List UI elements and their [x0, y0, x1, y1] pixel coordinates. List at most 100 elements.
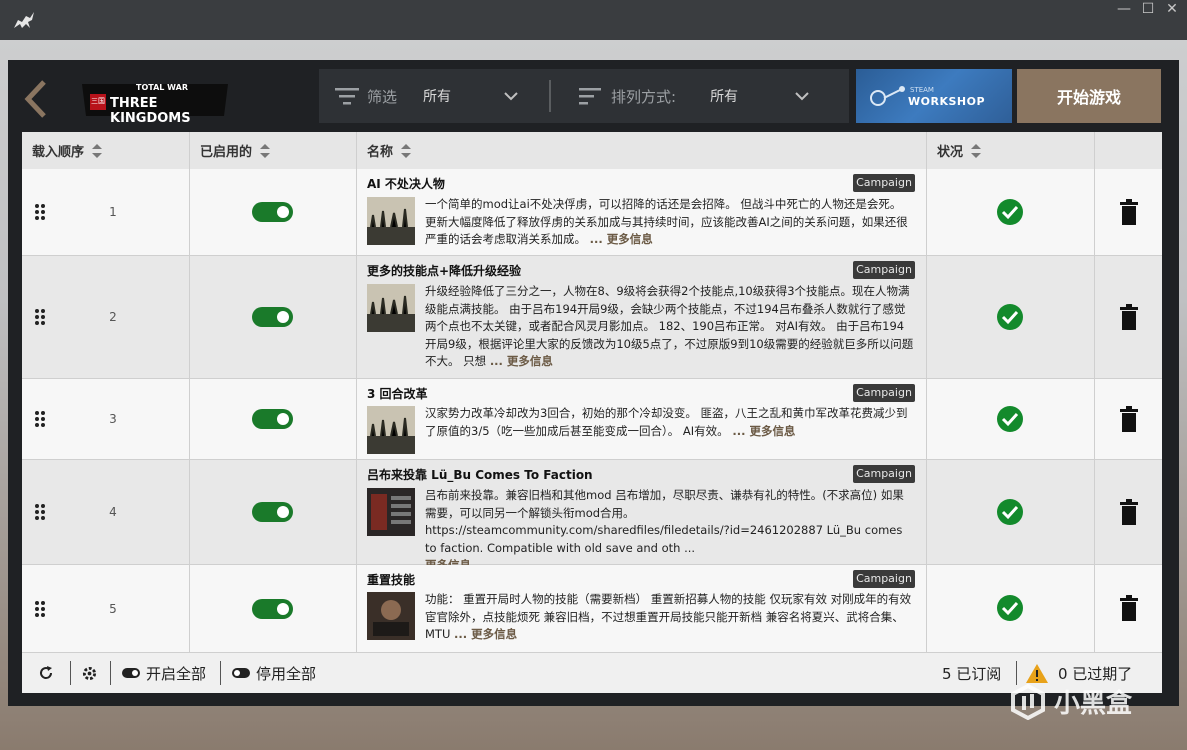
enable-toggle[interactable] [252, 307, 293, 327]
settings-button[interactable] [82, 653, 97, 693]
enable-toggle[interactable] [252, 202, 293, 222]
check-circle-icon [997, 406, 1023, 432]
table-row: 5 重置技能 Campaign 功能： 重置开局时人物的技能（需要新档） 重置新… [22, 565, 1162, 652]
drag-handle-icon[interactable] [34, 308, 46, 326]
enable-all-button[interactable]: 开启全部 [122, 653, 206, 693]
footer-separator [220, 661, 221, 685]
warning-icon [1026, 663, 1048, 683]
enable-all-label: 开启全部 [146, 664, 207, 683]
drag-handle-icon[interactable] [34, 600, 46, 618]
launcher-window: 三国 TOTAL WAR THREE KINGDOMS 筛选 所有 排列方式: … [8, 60, 1179, 706]
trash-icon[interactable] [1118, 595, 1140, 621]
mod-description: 升级经验降低了三分之一，人物在8、9级将会获得2个技能点,10级获得3个技能点。… [425, 283, 915, 371]
gear-icon [82, 666, 97, 680]
filter-dropdown[interactable]: 筛选 所有 [335, 69, 519, 123]
watermark: 小黑盒 [1010, 683, 1132, 720]
table-header: 载入顺序 已启用的 名称 状况 [22, 132, 1162, 170]
campaign-badge: Campaign [853, 261, 915, 279]
game-logo: 三国 TOTAL WAR THREE KINGDOMS [80, 74, 230, 126]
filter-value: 所有 [423, 89, 452, 105]
subscribed-count: 5 已订阅 [942, 664, 1002, 683]
refresh-button[interactable] [38, 653, 54, 693]
filter-bar: 筛选 所有 排列方式: 所有 [319, 69, 849, 123]
back-arrow-icon[interactable] [20, 78, 50, 120]
column-name[interactable]: 名称 [357, 132, 927, 169]
sort-arrows-icon [260, 143, 271, 158]
minimize-icon[interactable]: — [1117, 0, 1131, 18]
sort-dropdown[interactable]: 排列方式: 所有 [579, 69, 810, 123]
disable-all-button[interactable]: 停用全部 [232, 653, 316, 693]
mod-description: 汉家势力改革冷却改为3回合，初始的那个冷却没变。 匪盗，八王之乱和黄巾军改革花费… [425, 405, 915, 440]
table-row: 2 更多的技能点+降低升级经验 Campaign 升级经验降低了三分之一，人物在… [22, 256, 1162, 379]
column-order[interactable]: 载入顺序 [22, 132, 190, 169]
more-info-link[interactable]: ... 更多信息 [732, 424, 795, 438]
order-cell: 1 [22, 169, 190, 255]
mod-description-text: 一个简单的mod让ai不处决俘虏，可以招降的话还是会招降。 但战斗中死亡的人物还… [425, 197, 908, 246]
mod-title[interactable]: 吕布来投靠 Lü_Bu Comes To Faction [367, 466, 593, 483]
filter-label: 筛选 [367, 87, 398, 106]
disable-all-label: 停用全部 [256, 664, 317, 683]
table-row: 1 AI 不处决人物 Campaign 一个简单的mod让ai不处决俘虏，可以招… [22, 169, 1162, 256]
window-controls: — ☐ ✕ [1117, 0, 1179, 18]
workshop-label: WORKSHOP [908, 95, 986, 108]
mod-description: 一个简单的mod让ai不处决俘虏，可以招降的话还是会招降。 但战斗中死亡的人物还… [425, 196, 915, 249]
column-status-label: 状况 [937, 145, 964, 160]
order-cell: 5 [22, 565, 190, 652]
mod-description: 吕布前来投靠。兼容旧档和其他mod 吕布增加，尽职尽责、谦恭有礼的特性。(不求高… [425, 487, 915, 575]
filter-icon [335, 88, 359, 105]
sort-arrows-icon [401, 143, 412, 158]
mod-description-text: 汉家势力改革冷却改为3回合，初始的那个冷却没变。 匪盗，八王之乱和黄巾军改革花费… [425, 406, 908, 438]
steam-workshop-icon [870, 86, 905, 106]
trash-icon[interactable] [1118, 304, 1140, 330]
trash-icon[interactable] [1118, 499, 1140, 525]
logo-total-war: TOTAL WAR [136, 83, 188, 92]
mod-title[interactable]: AI 不处决人物 [367, 175, 445, 192]
column-status[interactable]: 状况 [927, 132, 1095, 169]
mod-title[interactable]: 重置技能 [367, 571, 415, 588]
mod-title[interactable]: 更多的技能点+降低升级经验 [367, 262, 521, 279]
footer-separator [70, 661, 71, 685]
load-order: 3 [109, 412, 117, 426]
drag-handle-icon[interactable] [34, 503, 46, 521]
mod-thumbnail [367, 197, 415, 245]
check-circle-icon [997, 304, 1023, 330]
load-order: 5 [109, 602, 117, 616]
order-cell: 3 [22, 379, 190, 459]
maximize-icon[interactable]: ☐ [1141, 0, 1155, 18]
more-info-link[interactable]: ... 更多信息 [590, 232, 653, 246]
enable-toggle[interactable] [252, 502, 293, 522]
sort-label: 排列方式: [611, 87, 677, 106]
toggle-on-icon [122, 668, 140, 678]
header: 三国 TOTAL WAR THREE KINGDOMS 筛选 所有 排列方式: … [8, 60, 1179, 132]
footer-separator [110, 661, 111, 685]
campaign-badge: Campaign [853, 570, 915, 588]
toggle-off-icon [232, 668, 250, 678]
mod-description: 功能： 重置开局时人物的技能（需要新档） 重置新招募人物的技能 仅玩家有效 对刚… [425, 591, 915, 644]
check-circle-icon [997, 499, 1023, 525]
order-cell: 4 [22, 460, 190, 564]
enable-toggle[interactable] [252, 409, 293, 429]
sort-value: 所有 [710, 89, 739, 105]
start-game-button[interactable]: 开始游戏 [1017, 69, 1161, 123]
column-enabled-label: 已启用的 [200, 145, 253, 160]
steam-workshop-button[interactable]: STEAM WORKSHOP [856, 69, 1012, 123]
drag-handle-icon[interactable] [34, 203, 46, 221]
column-order-label: 载入顺序 [32, 145, 85, 160]
more-info-link[interactable]: ... 更多信息 [490, 354, 553, 368]
trash-icon[interactable] [1118, 406, 1140, 432]
chevron-down-icon [795, 92, 809, 101]
drag-handle-icon[interactable] [34, 410, 46, 428]
load-order: 4 [109, 505, 117, 519]
logo-seal: 三国 [91, 97, 105, 105]
trash-icon[interactable] [1118, 199, 1140, 225]
mod-title[interactable]: 3 回合改革 [367, 385, 428, 402]
sort-arrows-icon [971, 143, 982, 158]
xiaoheihe-logo-icon [1011, 683, 1045, 720]
mod-thumbnail [367, 592, 415, 640]
close-icon[interactable]: ✕ [1165, 0, 1179, 18]
column-enabled[interactable]: 已启用的 [190, 132, 357, 169]
campaign-badge: Campaign [853, 174, 915, 192]
more-info-link[interactable]: ... 更多信息 [454, 627, 517, 641]
chevron-down-icon [504, 92, 518, 101]
enable-toggle[interactable] [252, 599, 293, 619]
